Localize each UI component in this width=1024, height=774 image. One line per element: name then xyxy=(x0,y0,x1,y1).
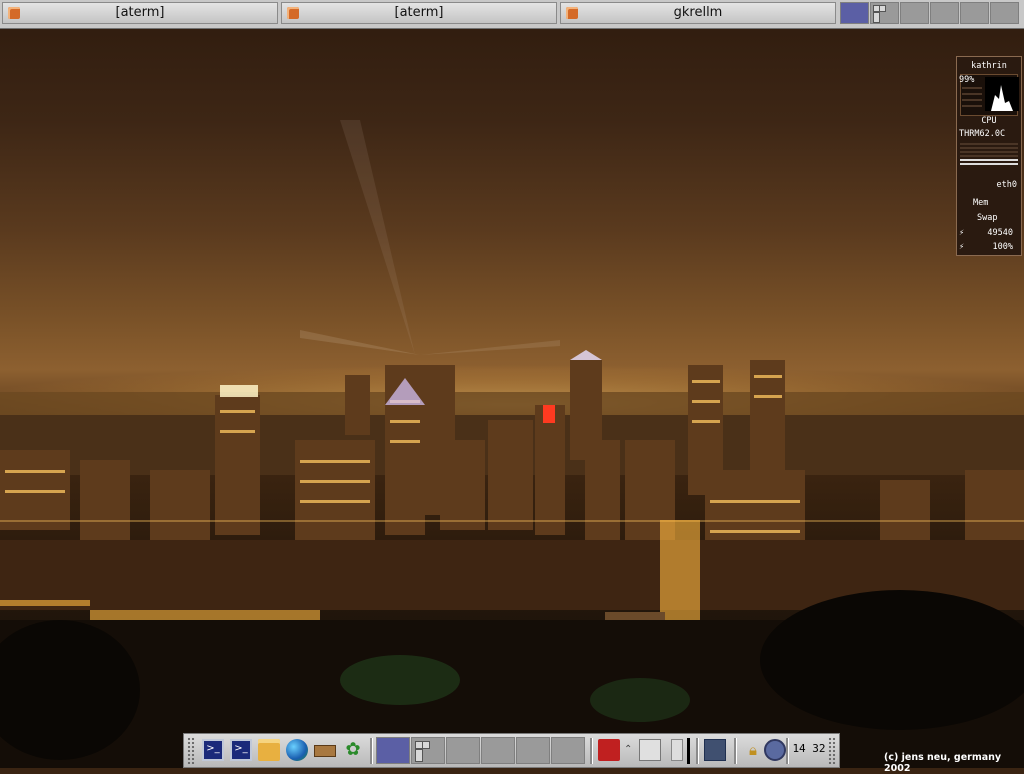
desktop-4[interactable] xyxy=(930,2,959,24)
desktop-1[interactable] xyxy=(840,2,869,24)
toolbox-icon[interactable] xyxy=(598,739,620,761)
wallpaper-credit: (c) jens neu, germany 2002 xyxy=(884,752,1002,774)
task-button-aterm-1[interactable]: [aterm] xyxy=(2,2,278,24)
cpu-load: 99% xyxy=(959,75,975,85)
desktop-3[interactable] xyxy=(446,737,480,764)
desktop-5[interactable] xyxy=(960,2,989,24)
network-icon[interactable] xyxy=(704,739,726,761)
mixer-level xyxy=(687,738,690,764)
task-title: gkrellm xyxy=(673,5,723,20)
bottom-dock: >_ >_ ✿ ⌃ 🔒︎ 14 32 xyxy=(183,733,840,768)
gear-flower-icon[interactable]: ✿ xyxy=(342,739,364,761)
desktop-5[interactable] xyxy=(516,737,550,764)
dock-handle-right[interactable] xyxy=(828,737,836,764)
terminal-icon[interactable]: >_ xyxy=(230,739,252,761)
divider xyxy=(370,738,373,764)
app-icon xyxy=(566,7,578,19)
dock-desktop-pager xyxy=(376,737,586,764)
swap-label: Swap xyxy=(977,213,998,223)
divider xyxy=(734,738,737,764)
desktop-1[interactable] xyxy=(376,737,410,764)
package-icon[interactable] xyxy=(314,745,336,757)
volume-icon[interactable] xyxy=(639,739,661,761)
net-label: eth0 xyxy=(996,180,1017,190)
gkrellm-monitor[interactable]: kathrin 99% CPU THRM62.0C eth0 Mem Swap … xyxy=(956,56,1022,256)
terminal-icon[interactable]: >_ xyxy=(202,739,224,761)
expand-arrow-icon[interactable]: ⌃ xyxy=(624,739,634,761)
top-taskbar: [aterm] [aterm] gkrellm xyxy=(0,0,1024,29)
cpu-label: CPU xyxy=(981,116,997,126)
hostname: kathrin xyxy=(971,61,1007,71)
desktop-pager xyxy=(840,2,1022,24)
globe-icon[interactable] xyxy=(286,739,308,761)
desktop-6[interactable] xyxy=(551,737,585,764)
app-icon xyxy=(287,7,299,19)
task-button-gkrellm[interactable]: gkrellm xyxy=(560,2,836,24)
app-icon xyxy=(8,7,20,19)
task-title: [aterm] xyxy=(394,5,444,20)
divider xyxy=(696,738,699,764)
desktop-wallpaper xyxy=(0,0,1024,768)
desktop-3[interactable] xyxy=(900,2,929,24)
thermal-readout: THRM62.0C xyxy=(959,129,1006,139)
mem-label: Mem xyxy=(973,198,989,208)
dock-handle-left[interactable] xyxy=(187,737,195,764)
task-button-aterm-2[interactable]: [aterm] xyxy=(281,2,557,24)
city-skyline-image xyxy=(0,120,1024,768)
desktop-6[interactable] xyxy=(990,2,1019,24)
desktop-2[interactable] xyxy=(870,2,899,24)
battery-icon: ⚡ xyxy=(959,242,965,252)
clock: 14 32 xyxy=(792,742,826,755)
divider xyxy=(590,738,593,764)
net-graph xyxy=(960,143,1018,169)
desktop-2[interactable] xyxy=(411,737,445,764)
plug-icon: ⚡ xyxy=(959,228,965,238)
task-title: [aterm] xyxy=(115,5,165,20)
folder-icon[interactable] xyxy=(258,739,280,761)
lock-icon[interactable]: 🔒︎ xyxy=(742,739,764,761)
clock-app-icon[interactable] xyxy=(764,739,786,761)
mixer-slider-icon[interactable] xyxy=(671,739,683,761)
desktop-4[interactable] xyxy=(481,737,515,764)
